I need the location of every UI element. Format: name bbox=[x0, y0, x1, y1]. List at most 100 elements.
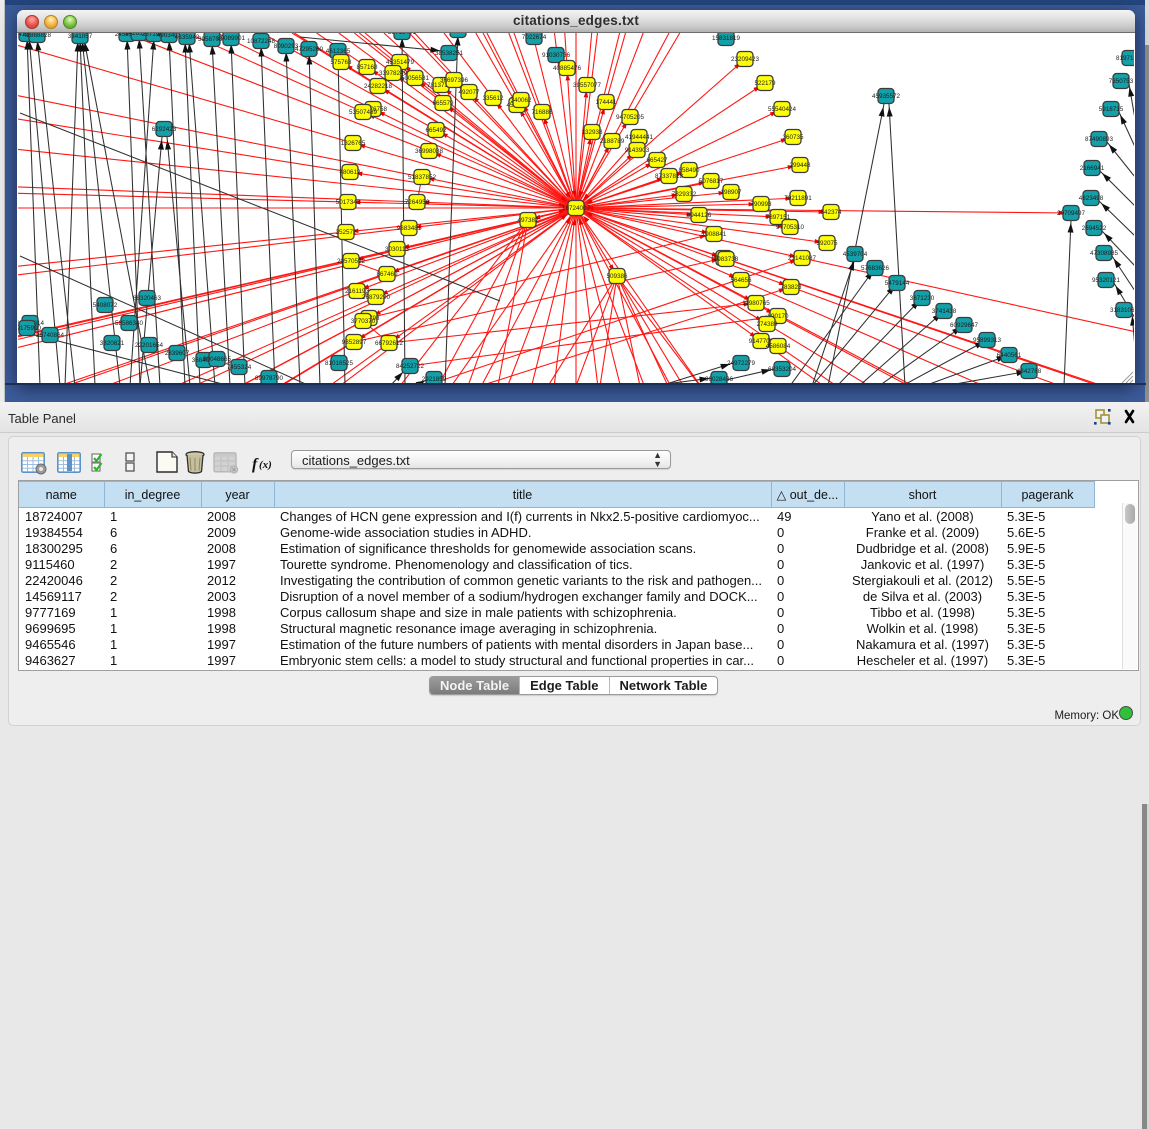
svg-text:29175900: 29175900 bbox=[18, 325, 41, 332]
svg-text:352572: 352572 bbox=[335, 229, 357, 236]
svg-text:42868828: 42868828 bbox=[23, 33, 52, 39]
svg-text:1326765: 1326765 bbox=[341, 140, 366, 147]
svg-text:542374: 542374 bbox=[820, 209, 842, 216]
svg-text:1983738: 1983738 bbox=[714, 256, 739, 263]
svg-text:7264956: 7264956 bbox=[405, 199, 430, 206]
svg-text:53507489: 53507489 bbox=[349, 109, 378, 116]
svg-text:45935572: 45935572 bbox=[872, 93, 901, 100]
svg-text:2188789: 2188789 bbox=[600, 138, 625, 145]
svg-text:22201654: 22201654 bbox=[135, 342, 164, 349]
svg-text:198907: 198907 bbox=[720, 189, 742, 196]
svg-text:867460: 867460 bbox=[376, 271, 398, 278]
svg-text:10872248: 10872248 bbox=[247, 38, 276, 45]
svg-text:51837852: 51837852 bbox=[408, 174, 437, 181]
svg-text:47295260: 47295260 bbox=[295, 46, 324, 53]
svg-text:2694522: 2694522 bbox=[1082, 225, 1107, 232]
svg-text:7455324: 7455324 bbox=[227, 364, 252, 371]
svg-text:790993: 790993 bbox=[750, 201, 772, 208]
svg-text:2839607: 2839607 bbox=[165, 350, 190, 357]
svg-text:58586340: 58586340 bbox=[115, 320, 144, 327]
svg-text:66792612: 66792612 bbox=[375, 340, 404, 347]
svg-text:11980765: 11980765 bbox=[742, 300, 770, 307]
svg-text:3741438: 3741438 bbox=[932, 308, 957, 315]
svg-text:40885476: 40885476 bbox=[553, 65, 582, 72]
svg-text:18724007: 18724007 bbox=[562, 205, 591, 212]
svg-text:57683626: 57683626 bbox=[861, 265, 890, 272]
svg-text:28740864: 28740864 bbox=[36, 332, 65, 339]
svg-text:132938: 132938 bbox=[581, 129, 603, 136]
svg-text:36998038: 36998038 bbox=[415, 148, 444, 155]
svg-text:1908841: 1908841 bbox=[702, 231, 727, 238]
svg-text:55540424: 55540424 bbox=[768, 106, 797, 113]
svg-text:5017343: 5017343 bbox=[336, 199, 361, 206]
svg-text:5076817: 5076817 bbox=[699, 178, 724, 185]
svg-text:665427: 665427 bbox=[646, 157, 668, 164]
svg-text:60929647: 60929647 bbox=[950, 322, 979, 329]
svg-text:91030736: 91030736 bbox=[542, 52, 571, 59]
svg-text:665579: 665579 bbox=[432, 100, 454, 107]
svg-text:50056581: 50056581 bbox=[401, 75, 430, 82]
svg-text:7022674: 7022674 bbox=[522, 34, 547, 41]
svg-text:38538251: 38538251 bbox=[435, 50, 464, 57]
svg-text:4539704: 4539704 bbox=[843, 251, 868, 258]
svg-text:23209423: 23209423 bbox=[731, 56, 760, 63]
svg-text:7374122: 7374122 bbox=[446, 33, 471, 34]
svg-text:4335942: 4335942 bbox=[175, 34, 200, 41]
svg-text:3341057: 3341057 bbox=[68, 33, 93, 40]
svg-text:857168: 857168 bbox=[356, 64, 378, 71]
svg-text:564656: 564656 bbox=[730, 277, 752, 284]
svg-text:68353204: 68353204 bbox=[768, 366, 797, 373]
svg-text:24972279: 24972279 bbox=[727, 360, 756, 367]
svg-text:15831819: 15831819 bbox=[712, 35, 741, 42]
svg-text:(x): (x) bbox=[259, 459, 272, 471]
svg-text:4586084: 4586084 bbox=[766, 343, 791, 350]
svg-text:6944126: 6944126 bbox=[687, 212, 712, 219]
svg-text:24282218: 24282218 bbox=[364, 83, 393, 90]
svg-text:41944441: 41944441 bbox=[625, 134, 654, 141]
svg-text:4842788: 4842788 bbox=[1017, 368, 1042, 375]
svg-text:492077: 492077 bbox=[458, 89, 480, 96]
svg-text:2166941: 2166941 bbox=[1080, 165, 1105, 172]
svg-text:3770370: 3770370 bbox=[351, 318, 376, 325]
svg-text:89978790: 89978790 bbox=[255, 375, 284, 382]
svg-text:174441: 174441 bbox=[595, 99, 617, 106]
svg-text:39557077: 39557077 bbox=[573, 82, 602, 89]
svg-text:340062: 340062 bbox=[510, 97, 532, 104]
svg-text:23141087: 23141087 bbox=[788, 255, 817, 262]
svg-text:95320121: 95320121 bbox=[1092, 277, 1121, 284]
svg-text:f: f bbox=[252, 456, 259, 473]
svg-text:360735: 360735 bbox=[782, 134, 804, 141]
svg-text:94705205: 94705205 bbox=[616, 114, 645, 121]
svg-text:90048665: 90048665 bbox=[203, 356, 232, 363]
svg-text:7829332: 7829332 bbox=[672, 191, 697, 198]
svg-text:497382: 497382 bbox=[517, 217, 539, 224]
svg-text:20570592: 20570592 bbox=[337, 258, 366, 265]
svg-text:5479144: 5479144 bbox=[885, 280, 910, 287]
svg-text:716886: 716886 bbox=[531, 109, 553, 116]
svg-text:274389: 274389 bbox=[756, 321, 778, 328]
svg-text:97705310: 97705310 bbox=[776, 224, 805, 231]
svg-text:480612: 480612 bbox=[339, 169, 361, 176]
svg-text:7350753: 7350753 bbox=[1109, 78, 1134, 85]
svg-text:84252722: 84252722 bbox=[396, 363, 425, 370]
svg-text:5918715: 5918715 bbox=[1099, 106, 1124, 113]
svg-text:665492: 665492 bbox=[425, 127, 447, 134]
svg-text:9143903: 9143903 bbox=[625, 147, 650, 154]
svg-text:20709497: 20709497 bbox=[1057, 210, 1086, 217]
svg-text:509386: 509386 bbox=[606, 273, 628, 280]
svg-text:87490893: 87490893 bbox=[1085, 136, 1114, 143]
svg-text:95899313: 95899313 bbox=[973, 337, 1002, 344]
svg-text:6292423: 6292423 bbox=[152, 126, 177, 133]
svg-text:3320821: 3320821 bbox=[100, 340, 125, 347]
svg-text:575763: 575763 bbox=[330, 59, 352, 66]
svg-text:87337818: 87337818 bbox=[655, 173, 684, 180]
svg-text:392075: 392075 bbox=[816, 240, 838, 247]
svg-text:335612: 335612 bbox=[482, 95, 504, 102]
svg-text:31831063: 31831063 bbox=[1110, 307, 1134, 314]
svg-text:783823: 783823 bbox=[780, 284, 802, 291]
svg-text:5408072: 5408072 bbox=[93, 302, 118, 309]
svg-text:81971316: 81971316 bbox=[1116, 55, 1134, 62]
svg-text:9852897: 9852897 bbox=[342, 339, 367, 346]
svg-text:26879290: 26879290 bbox=[362, 294, 391, 301]
svg-text:23718431: 23718431 bbox=[388, 33, 417, 36]
